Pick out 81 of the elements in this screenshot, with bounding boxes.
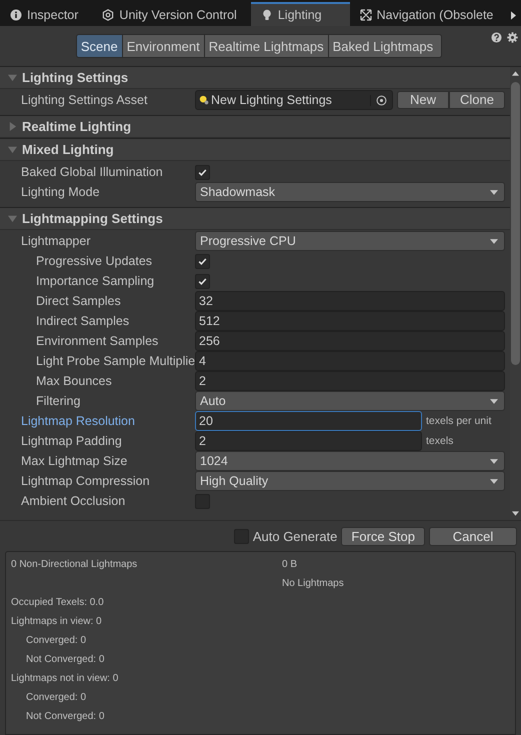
- dropdown[interactable]: Shadowmask: [195, 182, 505, 202]
- field-label: Max Lightmap Size: [20, 454, 128, 468]
- window-tab[interactable]: Lighting: [250, 2, 350, 26]
- section-header[interactable]: Lightmapping Settings: [0, 207, 510, 230]
- stats-text: 0 Non-Directional Lightmaps: [10, 559, 138, 570]
- section-header[interactable]: Lighting Settings: [0, 67, 510, 89]
- number-field[interactable]: 512: [195, 311, 505, 331]
- check-icon: [197, 276, 208, 286]
- info-icon: [10, 9, 22, 21]
- scene-tab[interactable]: Scene: [76, 34, 123, 58]
- window-tab[interactable]: Unity Version Control: [92, 2, 251, 26]
- checkbox[interactable]: [195, 254, 210, 268]
- section-header[interactable]: Realtime Lighting: [0, 115, 510, 138]
- field-label: Ambient Occlusion: [20, 494, 126, 508]
- field-label: Lighting Mode: [20, 185, 101, 199]
- unit-label: texels: [426, 435, 454, 447]
- field-label: Progressive Updates: [35, 254, 154, 268]
- scrollbar-thumb[interactable]: [511, 82, 520, 365]
- stats-text: No Lightmaps: [282, 578, 344, 589]
- caret-icon: [490, 238, 498, 244]
- stats-text: Lightmaps in view: 0: [10, 616, 102, 627]
- scroll-right-icon[interactable]: [511, 10, 516, 20]
- check-icon: [197, 166, 208, 178]
- checkbox[interactable]: [195, 164, 210, 180]
- field-label: Lighting Settings Asset: [20, 93, 148, 107]
- dropdown[interactable]: High Quality: [195, 471, 505, 491]
- caret-icon: [490, 458, 498, 464]
- dropdown[interactable]: 1024: [195, 451, 505, 471]
- stats-text: 0 B: [282, 559, 298, 570]
- number-field[interactable]: 4: [195, 351, 505, 371]
- number-field[interactable]: 256: [195, 331, 505, 351]
- field-label: Lightmapper: [20, 234, 92, 248]
- stats-text: Converged: 0: [25, 635, 86, 646]
- caret-icon: [490, 398, 498, 404]
- check-icon: [197, 256, 208, 266]
- field-label: Lightmap Compression: [20, 474, 151, 488]
- field-label: Filtering: [35, 394, 82, 408]
- number-field[interactable]: 32: [195, 291, 505, 311]
- asset-button[interactable]: New: [397, 91, 450, 109]
- field-label: Lightmap Resolution: [20, 414, 136, 428]
- scroll-up-icon[interactable]: [512, 71, 519, 76]
- bake-button[interactable]: Cancel: [429, 526, 517, 546]
- checkbox-label: Auto Generate: [252, 528, 338, 544]
- bulb-icon: [260, 9, 273, 21]
- settings-icon[interactable]: [507, 32, 518, 43]
- window-tab[interactable]: Navigation (Obsolete: [350, 2, 508, 26]
- field-label: Max Bounces: [35, 374, 113, 388]
- field-label: Lightmap Padding: [20, 434, 123, 448]
- stats-text: Converged: 0: [25, 692, 86, 703]
- scene-tab[interactable]: Environment: [122, 34, 205, 58]
- section-header[interactable]: Mixed Lighting: [0, 138, 510, 161]
- lighting-settings-icon: [199, 95, 209, 105]
- stats-text: Not Converged: 0: [25, 654, 104, 665]
- scene-tab[interactable]: Baked Lightmaps: [328, 34, 442, 58]
- dropdown[interactable]: Progressive CPU: [195, 231, 505, 251]
- caret-icon: [490, 190, 498, 194]
- dropdown[interactable]: Auto: [195, 391, 505, 411]
- caret-icon: [490, 478, 498, 484]
- number-field[interactable]: 20: [195, 411, 422, 431]
- scene-tab[interactable]: Realtime Lightmaps: [204, 34, 329, 58]
- hexagon-icon: [102, 9, 114, 21]
- scroll-down-icon[interactable]: [512, 511, 519, 516]
- field-label: Direct Samples: [35, 294, 122, 308]
- object-field[interactable]: New Lighting Settings: [195, 90, 394, 110]
- field-label: Light Probe Sample Multiplie: [35, 354, 195, 368]
- number-field[interactable]: 2: [195, 371, 505, 391]
- help-icon[interactable]: [491, 32, 502, 43]
- unit-label: texels per unit: [426, 415, 492, 427]
- stats-text: Occupied Texels: 0.0: [10, 597, 104, 608]
- number-field[interactable]: 2: [195, 431, 422, 451]
- navigation-icon: [360, 9, 372, 21]
- stats-text: Lightmaps not in view: 0: [10, 673, 118, 684]
- field-label: Baked Global Illumination: [20, 165, 164, 179]
- field-label: Environment Samples: [35, 334, 160, 348]
- asset-button[interactable]: Clone: [449, 91, 505, 109]
- field-label: Importance Sampling: [35, 274, 156, 288]
- field-label: Indirect Samples: [35, 314, 130, 328]
- bake-button[interactable]: Force Stop: [341, 526, 425, 546]
- window-tab[interactable]: Inspector: [0, 2, 92, 26]
- stats-text: Not Converged: 0: [25, 711, 104, 722]
- checkbox[interactable]: [195, 274, 210, 288]
